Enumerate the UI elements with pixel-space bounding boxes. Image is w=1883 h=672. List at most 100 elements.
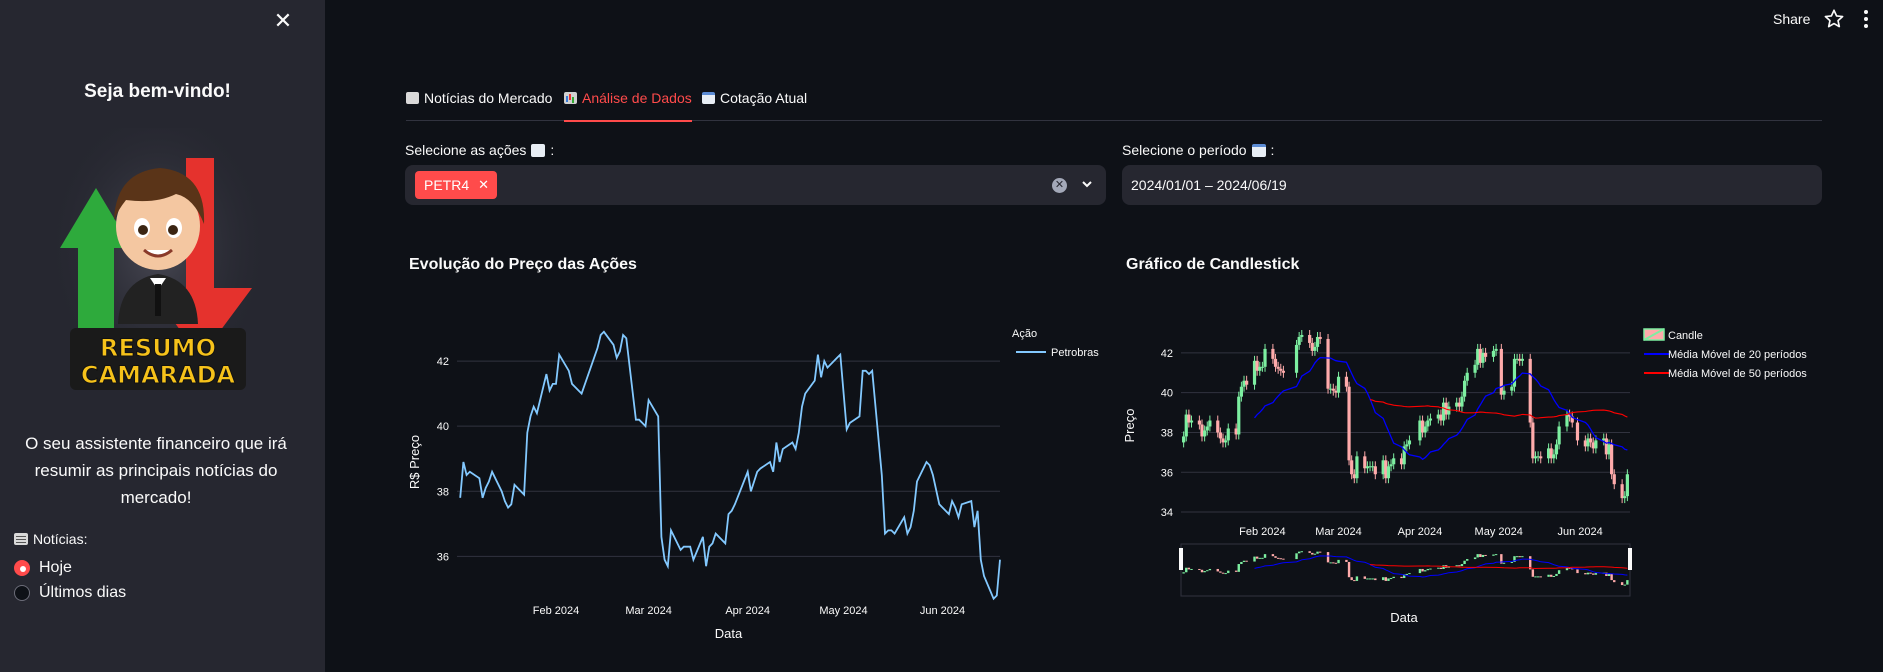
rangeslider-candle: [1623, 584, 1626, 586]
rangeslider-candle: [1547, 574, 1550, 577]
candle-body: [1294, 344, 1299, 373]
candle-body: [1520, 358, 1524, 361]
candle-body: [1355, 456, 1359, 479]
period-date-input[interactable]: [1122, 165, 1822, 205]
chevron-down-icon[interactable]: [1080, 177, 1094, 191]
candle-body: [1331, 388, 1335, 391]
candle[interactable]: [1407, 435, 1412, 450]
rangeslider-candle: [1308, 551, 1311, 553]
candle-body: [1423, 426, 1427, 433]
candle[interactable]: [1539, 451, 1543, 464]
candle-body: [1610, 444, 1614, 475]
series-line-petrobras[interactable]: [459, 330, 1001, 601]
stock-multiselect[interactable]: PETR4 ✕ ✕: [405, 165, 1106, 205]
rangeslider-candle: [1531, 569, 1535, 577]
rangeslider-candle: [1421, 568, 1424, 572]
clear-all-icon[interactable]: ✕: [1052, 178, 1067, 193]
y-axis-label: Preço: [1122, 409, 1137, 443]
rangeslider-candle: [1384, 577, 1388, 581]
ma20-line[interactable]: [1253, 356, 1628, 461]
radio-option-ultimos-dias[interactable]: Últimos dias: [14, 584, 126, 602]
rangeslider-candle: [1408, 573, 1411, 575]
candle-body: [1491, 350, 1496, 357]
legend-item-candle[interactable]: Candle: [1643, 328, 1703, 342]
x-tick-label: Jun 2024: [1557, 526, 1602, 538]
x-tick-label: Feb 2024: [533, 605, 579, 617]
candle[interactable]: [1520, 353, 1524, 366]
y-tick-label: 38: [1161, 427, 1173, 439]
y-tick-label: 36: [437, 551, 449, 563]
rangeslider-candle: [1463, 560, 1466, 565]
candle[interactable]: [1363, 451, 1367, 474]
rangeslider-candle: [1206, 570, 1209, 572]
rangeslider-candle: [1255, 556, 1259, 559]
tab-label: Análise de Dados: [582, 90, 692, 106]
candle-body: [1326, 338, 1330, 389]
legend-title: Ação: [1012, 328, 1037, 340]
candle[interactable]: [1326, 333, 1330, 394]
candle[interactable]: [1294, 339, 1299, 378]
radio-selected-icon[interactable]: [14, 560, 30, 576]
candle[interactable]: [1355, 451, 1359, 484]
y-axis-label: R$ Preço: [407, 435, 422, 489]
rangeslider-candle: [1521, 556, 1524, 558]
rangeslider-candle: [1332, 562, 1335, 564]
candle[interactable]: [1570, 411, 1574, 428]
candle[interactable]: [1575, 417, 1580, 446]
star-icon[interactable]: [1823, 8, 1845, 30]
candle[interactable]: [1620, 479, 1624, 504]
candle[interactable]: [1528, 353, 1532, 428]
rangeslider-candle: [1190, 568, 1193, 570]
tab-noticias-do-mercado[interactable]: Notícias do Mercado: [406, 90, 552, 121]
candle[interactable]: [1279, 363, 1283, 376]
more-menu-icon[interactable]: [1862, 9, 1870, 29]
share-button[interactable]: Share: [1773, 11, 1810, 27]
candle-body: [1557, 426, 1561, 445]
x-tick-label: Mar 2024: [1315, 526, 1361, 538]
rangeslider-candle: [1185, 567, 1188, 573]
rangeslider-candle: [1313, 553, 1317, 555]
candle[interactable]: [1245, 375, 1249, 390]
rangeslider-candle: [1460, 564, 1464, 567]
tab-cotacao-atual[interactable]: Cotação Atual: [702, 90, 807, 121]
candle[interactable]: [1281, 365, 1286, 378]
candle[interactable]: [1610, 439, 1614, 480]
rangeslider-candle: [1418, 568, 1422, 574]
candle[interactable]: [1347, 381, 1351, 466]
candle[interactable]: [1373, 461, 1377, 480]
radio-unselected-icon[interactable]: [14, 585, 30, 601]
ma50-line[interactable]: [1369, 399, 1628, 419]
rangeslider-candle: [1613, 580, 1616, 583]
rangeslider-candle: [1234, 570, 1238, 572]
rangeslider-candle: [1429, 568, 1432, 570]
rangeslider-candle: [1473, 557, 1477, 560]
candle[interactable]: [1491, 345, 1496, 362]
tab-analise-de-dados[interactable]: Análise de Dados: [564, 90, 692, 122]
candle[interactable]: [1565, 409, 1569, 432]
candle-body: [1300, 334, 1304, 337]
radio-option-hoje[interactable]: Hoje: [14, 559, 72, 577]
remove-chip-icon[interactable]: ✕: [478, 177, 489, 193]
candle[interactable]: [1549, 443, 1553, 464]
candle[interactable]: [1336, 371, 1341, 398]
legend-item-ma50[interactable]: Média Móvel de 50 períodos: [1644, 368, 1807, 380]
range-slider-handle-left[interactable]: [1179, 548, 1183, 570]
date-range-input[interactable]: [1131, 165, 1811, 205]
range-slider[interactable]: [1180, 543, 1631, 597]
candle-body: [1239, 386, 1243, 397]
chip-label: PETR4: [424, 177, 470, 193]
rangeslider-candle: [1481, 554, 1485, 558]
rangeslider-candle: [1334, 562, 1338, 564]
candle-body: [1189, 420, 1194, 423]
line-chart-title: Evolução do Preço das Ações: [409, 256, 637, 273]
close-sidebar-icon[interactable]: ✕: [272, 10, 294, 32]
candle[interactable]: [1237, 391, 1241, 440]
x-tick-label: Mar 2024: [625, 605, 671, 617]
range-slider-handle-right[interactable]: [1628, 548, 1632, 570]
candle-body: [1554, 444, 1559, 455]
period-select-label-text: Selecione o período: [1122, 142, 1247, 158]
candle[interactable]: [1392, 453, 1396, 470]
legend-item-ma20[interactable]: Média Móvel de 20 períodos: [1644, 349, 1807, 361]
legend-label[interactable]: Petrobras: [1051, 347, 1099, 359]
candle[interactable]: [1331, 383, 1335, 396]
